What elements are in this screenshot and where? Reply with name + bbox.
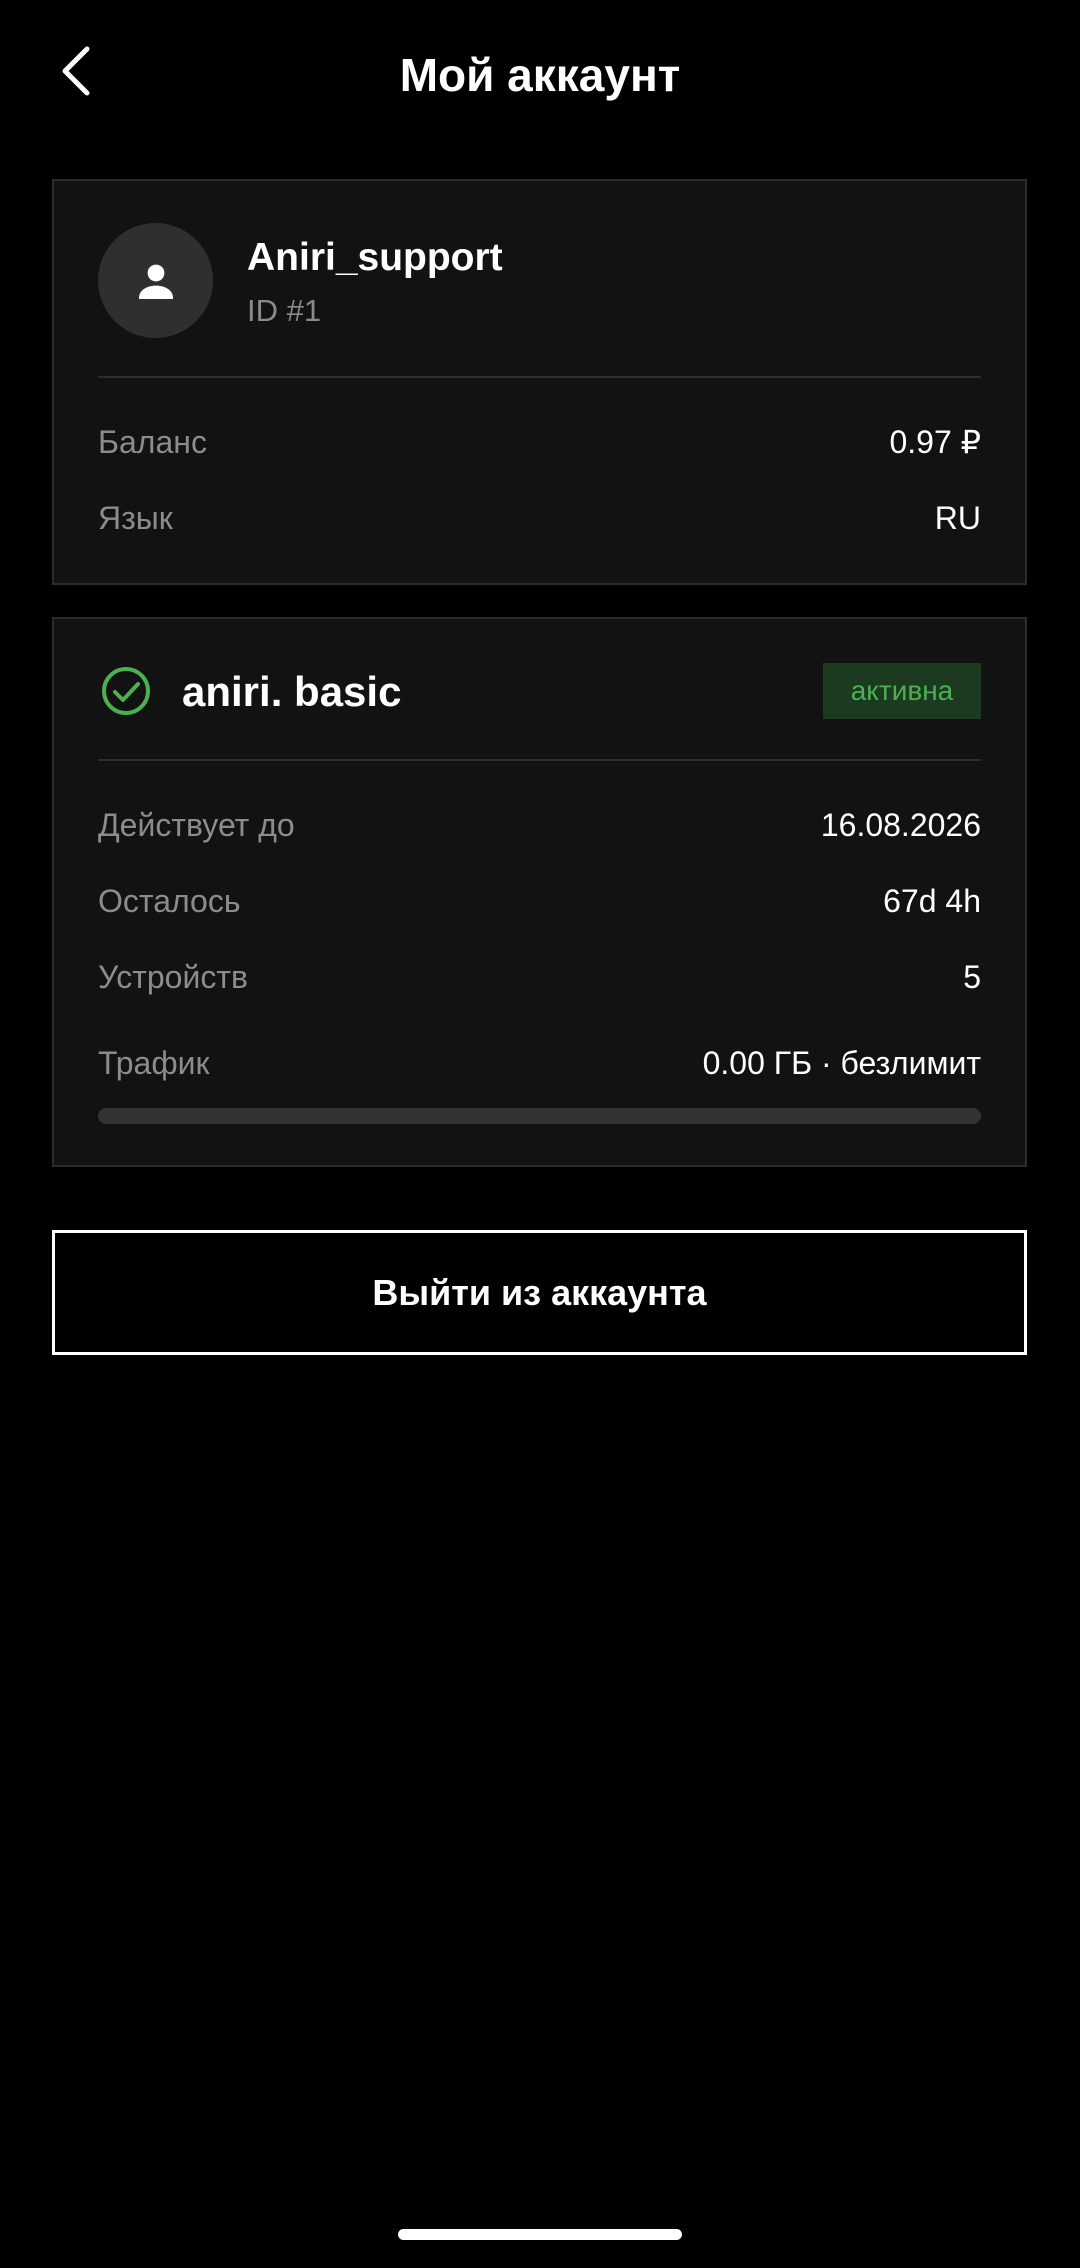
valid-until-row: Действует до 16.08.2026 bbox=[98, 800, 981, 850]
traffic-row: Трафик 0.00 ГБ · безлимит bbox=[98, 1038, 981, 1088]
remaining-label: Осталось bbox=[98, 882, 241, 919]
page-title: Мой аккаунт bbox=[399, 49, 681, 101]
traffic-progress-bar bbox=[98, 1108, 981, 1124]
valid-until-value: 16.08.2026 bbox=[820, 806, 981, 843]
balance-value: 0.97 ₽ bbox=[889, 424, 981, 460]
language-value: RU bbox=[934, 499, 981, 536]
avatar bbox=[98, 223, 213, 338]
balance-label: Баланс bbox=[98, 423, 207, 460]
profile-card: Aniri_support ID #1 Баланс 0.97 ₽ Язык R… bbox=[52, 179, 1027, 585]
devices-value: 5 bbox=[963, 958, 981, 995]
username: Aniri_support bbox=[247, 236, 503, 279]
valid-until-label: Действует до bbox=[98, 806, 295, 843]
header: Мой аккаунт bbox=[0, 0, 1080, 150]
language-label: Язык bbox=[98, 499, 173, 536]
divider bbox=[98, 376, 981, 378]
language-row: Язык RU bbox=[98, 493, 981, 543]
person-icon bbox=[138, 264, 173, 299]
check-circle-icon bbox=[102, 667, 150, 715]
subscription-card: aniri. basic активна Действует до 16.08.… bbox=[52, 617, 1027, 1167]
status-badge: активна bbox=[823, 663, 981, 719]
remaining-row: Осталось 67d 4h bbox=[98, 876, 981, 926]
divider bbox=[98, 759, 981, 761]
balance-row: Баланс 0.97 ₽ bbox=[98, 417, 981, 467]
user-id: ID #1 bbox=[247, 293, 322, 328]
traffic-value: 0.00 ГБ · безлимит bbox=[702, 1044, 981, 1081]
logout-button[interactable]: Выйти из аккаунта bbox=[52, 1230, 1027, 1355]
home-indicator[interactable] bbox=[398, 2229, 682, 2240]
traffic-label: Трафик bbox=[98, 1044, 210, 1081]
devices-label: Устройств bbox=[98, 958, 248, 995]
plan-name: aniri. basic bbox=[182, 668, 402, 715]
remaining-value: 67d 4h bbox=[883, 882, 981, 919]
devices-row: Устройств 5 bbox=[98, 952, 981, 1002]
